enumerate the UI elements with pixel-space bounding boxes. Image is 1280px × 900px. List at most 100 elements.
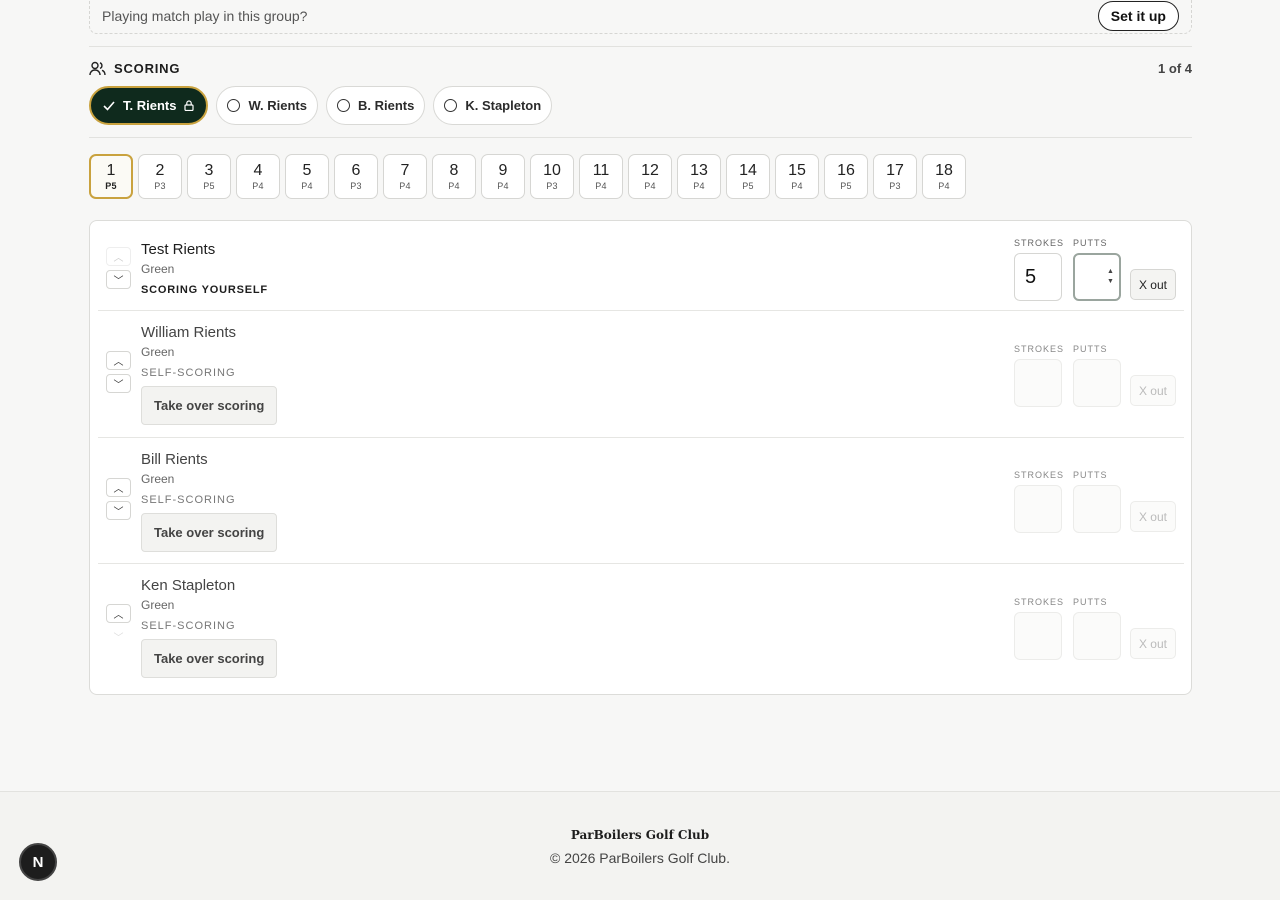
take-over-scoring-button[interactable]: Take over scoring	[141, 386, 278, 425]
scoring-title-group: SCORING	[89, 61, 180, 76]
move-up-button[interactable]: ︿	[106, 247, 131, 266]
hole-button-13[interactable]: 13 P4	[677, 154, 721, 199]
hole-number: 10	[543, 162, 561, 179]
score-inputs: STROKES PUTTS X out	[1013, 470, 1176, 533]
putts-input	[1072, 612, 1121, 660]
hole-button-3[interactable]: 3 P5	[187, 154, 231, 199]
putts-input[interactable]: ▲ ▼	[1072, 253, 1121, 301]
chevron-up-icon: ︿	[113, 253, 124, 264]
player-tee: Green	[141, 345, 175, 359]
hole-number: 5	[302, 162, 312, 179]
set-it-up-button[interactable]: Set it up	[1097, 0, 1179, 31]
hole-button-8[interactable]: 8 P4	[432, 154, 476, 199]
hole-par: P3	[350, 181, 362, 191]
scoring-status: SELF-SCORING	[141, 367, 236, 379]
chip-b-rients[interactable]: B. Rients	[325, 86, 426, 125]
hole-button-4[interactable]: 4 P4	[236, 154, 280, 199]
reorder-controls: ︿ ﹀	[106, 604, 131, 646]
hole-button-18[interactable]: 18 P4	[922, 154, 966, 199]
move-down-button: ﹀	[106, 627, 131, 646]
hole-par: P3	[889, 181, 901, 191]
chip-w-rients[interactable]: W. Rients	[216, 86, 318, 125]
putts-label: PUTTS	[1072, 344, 1108, 354]
x-out-button: X out	[1129, 628, 1176, 659]
hole-button-12[interactable]: 12 P4	[628, 154, 672, 199]
player-count: 1 of 4	[1158, 60, 1192, 76]
strokes-field-group: STROKES	[1013, 344, 1064, 407]
radio-icon	[336, 99, 350, 112]
strokes-label: STROKES	[1013, 344, 1064, 354]
strokes-field-group: STROKES	[1013, 597, 1064, 660]
scoring-card: ︿ ﹀ Test Rients Green SCORING YOURSELF S…	[89, 220, 1192, 695]
reorder-controls: ︿ ﹀	[106, 478, 131, 520]
radio-icon	[444, 99, 458, 112]
hole-number: 7	[400, 162, 410, 179]
chip-label: B. Rients	[357, 98, 415, 113]
hole-number: 3	[204, 162, 214, 179]
player-chips: T. Rients W. Rients B. Rients K. Staplet…	[89, 86, 553, 125]
radio-icon	[227, 99, 241, 112]
hole-par: P4	[301, 181, 313, 191]
player-info: Test Rients Green SCORING YOURSELF	[141, 241, 268, 296]
putts-input	[1072, 485, 1121, 533]
move-down-button[interactable]: ﹀	[106, 270, 131, 289]
score-inputs: STROKES PUTTS X out	[1013, 344, 1176, 407]
x-out-button: X out	[1129, 501, 1176, 532]
player-row: ︿ ﹀ William Rients Green SELF-SCORING Ta…	[98, 311, 1184, 438]
hole-par: P4	[399, 181, 411, 191]
users-icon	[89, 61, 106, 75]
take-over-scoring-button[interactable]: Take over scoring	[141, 639, 278, 678]
x-out-button[interactable]: X out	[1129, 269, 1176, 300]
hole-par: P4	[644, 181, 656, 191]
take-over-scoring-button[interactable]: Take over scoring	[141, 513, 278, 552]
hole-button-5[interactable]: 5 P4	[285, 154, 329, 199]
move-up-button[interactable]: ︿	[106, 351, 131, 370]
hole-button-7[interactable]: 7 P4	[383, 154, 427, 199]
move-up-button[interactable]: ︿	[106, 604, 131, 623]
strokes-field-group: STROKES	[1013, 470, 1064, 533]
player-tee: Green	[141, 262, 175, 276]
chevron-up-icon: ︿	[113, 610, 124, 621]
putts-field-group: PUTTS	[1072, 344, 1121, 407]
spinner-icon[interactable]: ▲ ▼	[1107, 267, 1114, 287]
move-down-button[interactable]: ﹀	[106, 374, 131, 393]
hole-button-1[interactable]: 1 P5	[89, 154, 133, 199]
player-name: Test Rients	[141, 241, 216, 258]
player-info: Ken Stapleton Green SELF-SCORING Take ov…	[141, 577, 278, 678]
chip-k-stapleton[interactable]: K. Stapleton	[433, 86, 553, 125]
hole-number: 1	[106, 162, 116, 179]
hole-button-2[interactable]: 2 P3	[138, 154, 182, 199]
move-down-button[interactable]: ﹀	[106, 501, 131, 520]
hole-button-9[interactable]: 9 P4	[481, 154, 525, 199]
player-name: Ken Stapleton	[141, 577, 236, 594]
chevron-down-icon: ﹀	[113, 380, 124, 391]
hole-par: P3	[546, 181, 558, 191]
chip-t-rients[interactable]: T. Rients	[89, 86, 209, 125]
hole-button-15[interactable]: 15 P4	[775, 154, 819, 199]
scoring-status: SELF-SCORING	[141, 494, 236, 506]
scoring-status: SELF-SCORING	[141, 620, 236, 632]
chevron-down-icon: ﹀	[113, 276, 124, 287]
player-row: ︿ ﹀ Ken Stapleton Green SELF-SCORING Tak…	[98, 564, 1184, 691]
hole-button-17[interactable]: 17 P3	[873, 154, 917, 199]
strokes-input	[1013, 612, 1062, 660]
strokes-input[interactable]: 5	[1013, 253, 1062, 301]
hole-button-11[interactable]: 11 P4	[579, 154, 623, 199]
n-badge-icon[interactable]: N	[19, 843, 57, 881]
hole-number: 17	[886, 162, 904, 179]
hole-number: 6	[351, 162, 361, 179]
strokes-label: STROKES	[1013, 597, 1064, 607]
hole-par: P4	[497, 181, 509, 191]
hole-button-14[interactable]: 14 P5	[726, 154, 770, 199]
hole-button-10[interactable]: 10 P3	[530, 154, 574, 199]
hole-number: 11	[592, 162, 610, 179]
chip-label: W. Rients	[248, 98, 307, 113]
hole-button-6[interactable]: 6 P3	[334, 154, 378, 199]
hole-number: 2	[155, 162, 165, 179]
move-up-button[interactable]: ︿	[106, 478, 131, 497]
hole-number: 12	[641, 162, 659, 179]
hole-button-16[interactable]: 16 P5	[824, 154, 868, 199]
hole-par: P5	[203, 181, 215, 191]
hole-par: P4	[595, 181, 607, 191]
player-tee: Green	[141, 472, 175, 486]
